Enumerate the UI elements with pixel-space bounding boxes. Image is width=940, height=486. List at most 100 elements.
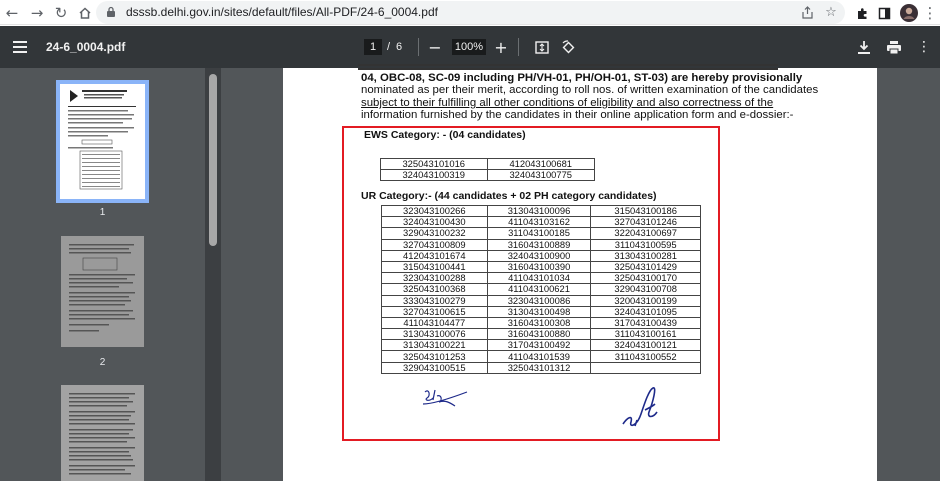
table-row: 327043100615 313043100498 324043101095 [381, 305, 701, 318]
table-cell: 323043100086 [486, 294, 592, 307]
pdf-toolbar: 24-6_0004.pdf 1 / 6 − 100% + ⋮ [0, 26, 940, 68]
body-text-line-4: information furnished by the candidates … [361, 109, 794, 121]
thumbnail-page-3[interactable] [61, 385, 144, 481]
star-icon[interactable]: ☆ [822, 3, 840, 21]
ur-table: 323043100266 313043100096 315043100186 3240… [381, 204, 701, 374]
thumbnail-label-2: 2 [99, 357, 106, 368]
page-number-input[interactable]: 1 [364, 39, 382, 55]
table-cell: 325043101253 [381, 350, 488, 363]
table-cell: 327043100615 [381, 305, 488, 318]
handwritten-signature [622, 387, 658, 427]
table-cell: 324043100430 [381, 216, 488, 229]
table-cell: 412043101674 [381, 249, 488, 262]
puzzle-icon[interactable] [852, 3, 872, 23]
table-cell: 313043100096 [486, 204, 592, 218]
cut-off-line [358, 64, 778, 72]
table-cell: 316043100308 [486, 316, 592, 330]
table-cell: 411043103162 [486, 216, 592, 229]
table-cell: 324043100900 [486, 249, 592, 262]
ews-table: 325043101016 412043100681 324043100319 3240… [380, 157, 595, 182]
zoom-in-button[interactable]: + [491, 37, 511, 57]
url-text: dsssb.delhi.gov.in/sites/default/files/A… [126, 5, 438, 19]
thumbnail-page-2[interactable] [61, 236, 144, 347]
table-cell: 311043100552 [590, 350, 701, 363]
table-row: 323043100266 313043100096 315043100186 [381, 204, 701, 218]
table-cell: 324043100775 [486, 169, 595, 182]
rotate-icon[interactable] [558, 37, 578, 57]
table-row: 411043104477 316043100308 317043100439 [381, 316, 701, 330]
table-cell: 315043100441 [381, 260, 488, 274]
table-row: 327043100809 316043100889 311043100595 [381, 238, 701, 251]
lock-icon[interactable] [102, 3, 120, 21]
table-cell: 311043100185 [486, 227, 592, 240]
address-bar[interactable]: dsssb.delhi.gov.in/sites/default/files/A… [96, 1, 845, 24]
print-icon[interactable] [884, 37, 904, 57]
fit-to-page-icon[interactable] [532, 37, 552, 57]
sidebar-scroll-thumb[interactable] [209, 74, 217, 246]
table-cell: 327043101246 [590, 216, 701, 229]
table-cell: 325043100368 [381, 283, 488, 296]
table-cell: 313043100221 [381, 339, 488, 352]
table-cell [590, 361, 701, 374]
browser-toolbar: ← → ↻ dsssb.delhi.gov.in/sites/default/f… [0, 0, 940, 25]
handwritten-initials [422, 389, 468, 407]
thumbnail-page-2-image [69, 244, 135, 332]
table-cell: 412043100681 [486, 157, 595, 171]
zoom-input[interactable]: 100% [452, 39, 486, 55]
back-arrow-icon[interactable]: ← [2, 3, 22, 23]
kebab-menu-icon[interactable]: ⋮ [920, 3, 940, 23]
table-cell: 317043100439 [590, 316, 701, 330]
table-row: 412043101674 324043100900 313043100281 [381, 249, 701, 262]
table-cell: 322043100697 [590, 227, 701, 240]
table-cell: 411043100621 [486, 283, 592, 296]
table-cell: 327043100809 [381, 238, 488, 251]
table-cell: 329043100515 [381, 361, 488, 374]
thumbnail-page-3-image [69, 393, 135, 475]
share-icon[interactable] [798, 3, 816, 21]
table-cell: 313043100076 [381, 328, 488, 341]
table-row: 315043100441 316043100390 325043101429 [381, 260, 701, 274]
thumbnail-sidebar: 1 2 [0, 68, 205, 481]
table-cell: 411043101539 [486, 350, 592, 363]
avatar[interactable] [899, 3, 919, 23]
table-row: 324043100430 411043103162 327043101246 [381, 216, 701, 229]
page-separator: / [387, 41, 391, 53]
hamburger-menu-icon[interactable] [10, 37, 30, 57]
side-panel-icon[interactable] [874, 3, 894, 23]
total-pages: 6 [396, 41, 403, 53]
thumbnail-page-1[interactable] [56, 80, 149, 203]
sidebar-scrollbar[interactable] [205, 68, 221, 481]
table-row: 329043100515 325043101312 [381, 361, 701, 374]
table-cell: 329043100232 [381, 227, 488, 240]
reload-icon[interactable]: ↻ [51, 3, 71, 23]
table-cell: 325043101429 [590, 260, 701, 274]
table-cell: 320043100199 [590, 294, 701, 307]
table-row: 333043100279 323043100086 320043100199 [381, 294, 701, 307]
download-icon[interactable] [854, 37, 874, 57]
table-cell: 324043100319 [380, 169, 488, 182]
forward-arrow-icon[interactable]: → [27, 3, 47, 23]
thumbnail-page-1-image [68, 90, 136, 190]
table-cell: 315043100186 [590, 204, 701, 218]
pdf-page: 04, OBC-08, SC-09 including PH/VH-01, PH… [283, 64, 877, 481]
table-row: 325043101016 412043100681 [380, 157, 595, 171]
document-viewer[interactable]: 04, OBC-08, SC-09 including PH/VH-01, PH… [221, 64, 940, 481]
table-row: 325043101253 411043101539 311043100552 [381, 350, 701, 363]
table-cell: 313043100498 [486, 305, 592, 318]
ews-heading: EWS Category: - (04 candidates) [364, 129, 526, 141]
table-cell: 311043100161 [590, 328, 701, 341]
table-cell: 324043100121 [590, 339, 701, 352]
toolbar-divider [418, 38, 419, 56]
toolbar-divider [518, 38, 519, 56]
table-row: 325043100368 411043100621 329043100708 [381, 283, 701, 296]
table-row: 313043100221 317043100492 324043100121 [381, 339, 701, 352]
table-cell: 316043100390 [486, 260, 592, 274]
table-row: 313043100076 316043100880 311043100161 [381, 328, 701, 341]
zoom-out-button[interactable]: − [425, 37, 445, 57]
table-cell: 323043100288 [381, 272, 488, 285]
table-row: 324043100319 324043100775 [380, 169, 595, 182]
table-cell: 411043101034 [486, 272, 592, 285]
body-text-line-1: 04, OBC-08, SC-09 including PH/VH-01, PH… [361, 72, 803, 84]
more-actions-icon[interactable]: ⋮ [914, 37, 934, 57]
home-icon[interactable] [75, 3, 95, 23]
